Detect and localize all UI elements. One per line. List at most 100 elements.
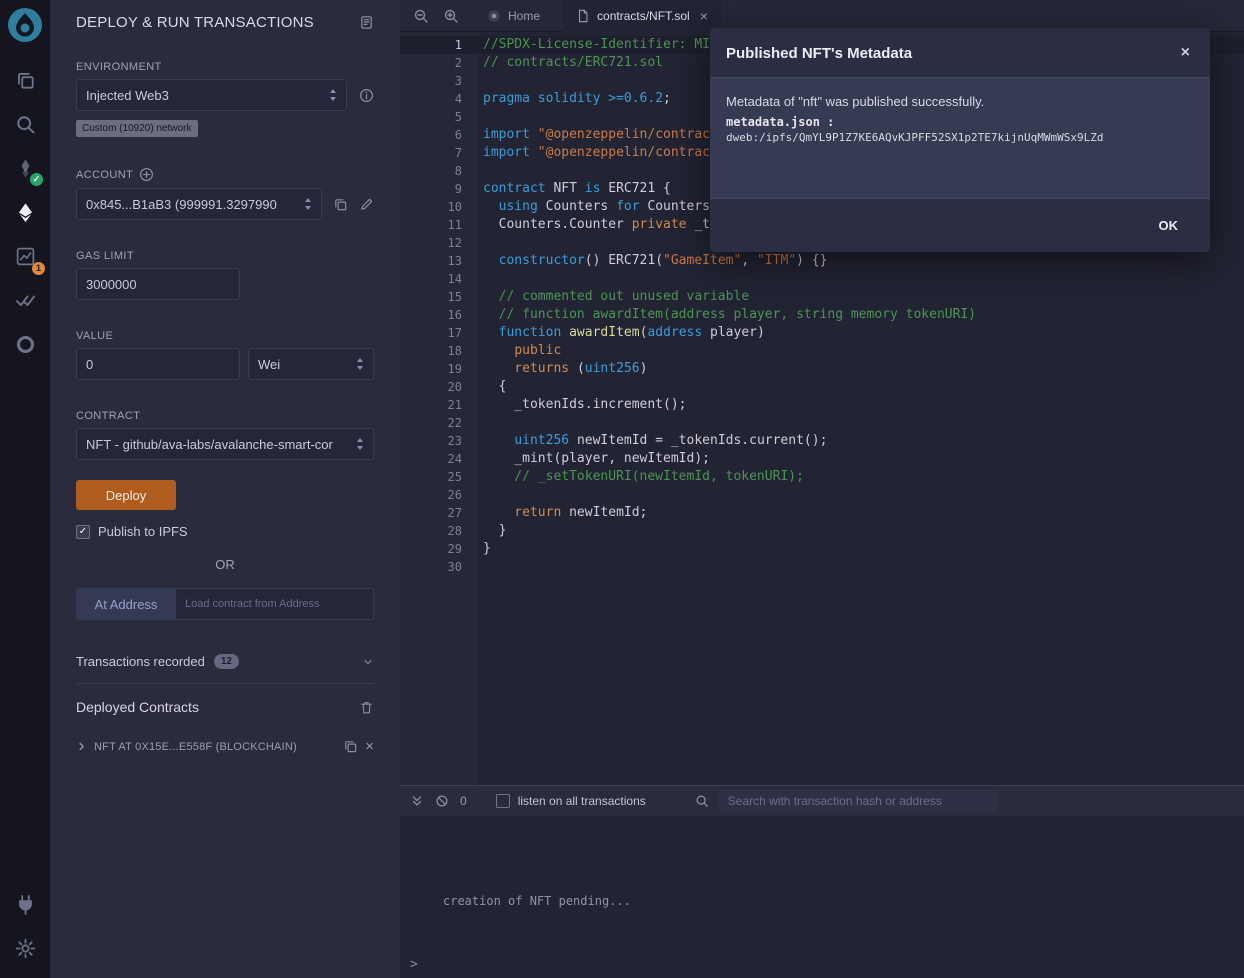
code-text (478, 72, 483, 90)
notification-badge: 1 (32, 262, 45, 275)
line-number: 18 (400, 342, 478, 360)
info-icon[interactable] (359, 88, 374, 103)
line-number: 12 (400, 234, 478, 252)
account-select[interactable]: 0x845...B1aB3 (999991.3297990 (76, 188, 322, 220)
copy-account-icon[interactable] (333, 197, 348, 212)
code-line[interactable]: 25 // _setTokenURI(newItemId, tokenURI); (400, 468, 1244, 486)
code-line[interactable]: 22 (400, 414, 1244, 432)
panel-title: DEPLOY & RUN TRANSACTIONS (76, 14, 359, 31)
line-number: 29 (400, 540, 478, 558)
clear-console-icon[interactable] (435, 794, 449, 808)
zoom-in-icon[interactable] (436, 0, 466, 32)
deployed-contract-item[interactable]: NFT AT 0X15E...E558F (BLOCKCHAIN) × (76, 739, 374, 754)
deploy-button[interactable]: Deploy (76, 480, 176, 510)
docs-icon[interactable] (359, 15, 374, 30)
line-number: 7 (400, 144, 478, 162)
ok-button[interactable]: OK (1159, 218, 1179, 233)
file-explorer-icon[interactable] (8, 63, 42, 97)
line-number: 25 (400, 468, 478, 486)
code-line[interactable]: 23 uint256 newItemId = _tokenIds.current… (400, 432, 1244, 450)
double-chevron-down-icon[interactable] (410, 794, 424, 808)
terminal: 0 listen on all transactions creation of… (400, 785, 1244, 978)
code-text: function awardItem(address player) (478, 324, 765, 342)
plugin-chart-icon[interactable]: 1 (8, 239, 42, 273)
terminal-search-input[interactable] (718, 790, 998, 812)
listen-all-transactions-row[interactable]: listen on all transactions (496, 794, 646, 808)
at-address-input[interactable] (176, 588, 374, 620)
code-text: return newItemId; (478, 504, 647, 522)
listen-all-checkbox[interactable] (496, 794, 510, 808)
circle-plugin-icon[interactable] (8, 327, 42, 361)
line-number: 5 (400, 108, 478, 126)
gas-limit-input[interactable] (76, 268, 240, 300)
value-input[interactable] (76, 348, 240, 380)
value-label: VALUE (76, 330, 374, 342)
code-line[interactable]: 28 } (400, 522, 1244, 540)
code-line[interactable]: 30 (400, 558, 1244, 576)
code-line[interactable]: 18 public (400, 342, 1244, 360)
remix-logo[interactable] (6, 6, 44, 44)
code-line[interactable]: 16 // function awardItem(address player,… (400, 306, 1244, 324)
sign-message-icon[interactable] (359, 197, 374, 212)
value-unit-select[interactable]: Wei (248, 348, 374, 380)
code-line[interactable]: 15 // commented out unused variable (400, 288, 1244, 306)
transactions-recorded-row[interactable]: Transactions recorded 12 (76, 654, 374, 684)
unit-testing-icon[interactable] (8, 283, 42, 317)
search-icon[interactable] (8, 107, 42, 141)
code-line[interactable]: 17 function awardItem(address player) (400, 324, 1244, 342)
contract-select[interactable]: NFT - github/ava-labs/avalanche-smart-co… (76, 428, 374, 460)
modal-message: Metadata of "nft" was published successf… (726, 94, 1194, 109)
line-number: 2 (400, 54, 478, 72)
chevron-right-icon[interactable] (76, 741, 87, 752)
code-text: _tokenIds.increment(); (478, 396, 687, 414)
settings-gear-icon[interactable] (8, 931, 42, 965)
code-line[interactable]: 29} (400, 540, 1244, 558)
terminal-output[interactable]: creation of NFT pending... > (400, 816, 1244, 978)
code-line[interactable]: 24 _mint(player, newItemId); (400, 450, 1244, 468)
publish-to-ipfs-row[interactable]: ✓ Publish to IPFS (76, 524, 374, 539)
add-account-icon[interactable] (139, 167, 154, 182)
modal-close-icon[interactable]: × (1181, 45, 1190, 61)
line-number: 4 (400, 90, 478, 108)
code-line[interactable]: 14 (400, 270, 1244, 288)
terminal-search (695, 790, 998, 812)
deployed-contracts-title: Deployed Contracts (76, 699, 359, 715)
plugin-manager-icon[interactable] (8, 887, 42, 921)
deploy-run-icon[interactable] (8, 195, 42, 229)
code-line[interactable]: 13 constructor() ERC721("GameItem", "ITM… (400, 252, 1244, 270)
tab-nft-sol[interactable]: contracts/NFT.sol × (563, 0, 721, 32)
trash-icon[interactable] (359, 700, 374, 715)
line-number: 26 (400, 486, 478, 504)
at-address-button[interactable]: At Address (76, 588, 176, 620)
modal-header: Published NFT's Metadata × (710, 28, 1210, 78)
tab-home-label: Home (508, 9, 540, 23)
environment-select[interactable]: Injected Web3 (76, 79, 347, 111)
network-badge: Custom (10920) network (76, 120, 198, 137)
home-tab-icon (487, 9, 501, 23)
code-text (478, 270, 483, 288)
code-text: //SPDX-License-Identifier: MIT (478, 36, 718, 54)
zoom-out-icon[interactable] (406, 0, 436, 32)
publish-to-ipfs-checkbox[interactable]: ✓ (76, 525, 90, 539)
terminal-prompt[interactable]: > (410, 957, 418, 972)
code-line[interactable]: 26 (400, 486, 1244, 504)
line-number: 30 (400, 558, 478, 576)
copy-icon[interactable] (343, 739, 358, 754)
metadata-file-label: metadata.json : (726, 115, 1194, 129)
solidity-compiler-icon[interactable]: ✓ (8, 151, 42, 185)
code-line[interactable]: 19 returns (uint256) (400, 360, 1244, 378)
tab-home[interactable]: Home (474, 0, 553, 32)
code-line[interactable]: 20 { (400, 378, 1244, 396)
close-tab-icon[interactable]: × (700, 8, 708, 24)
published-metadata-modal: Published NFT's Metadata × Metadata of "… (710, 28, 1210, 252)
ipfs-url: dweb:/ipfs/QmYL9P1Z7KE6AQvKJPFF52SX1p2TE… (726, 131, 1194, 144)
line-number: 16 (400, 306, 478, 324)
code-text: _mint(player, newItemId); (478, 450, 710, 468)
code-text: uint256 newItemId = _tokenIds.current(); (478, 432, 827, 450)
code-line[interactable]: 27 return newItemId; (400, 504, 1244, 522)
line-number: 10 (400, 198, 478, 216)
code-line[interactable]: 21 _tokenIds.increment(); (400, 396, 1244, 414)
close-icon[interactable]: × (365, 739, 374, 754)
stepper-icon (304, 197, 312, 211)
chevron-down-icon[interactable] (362, 656, 374, 668)
